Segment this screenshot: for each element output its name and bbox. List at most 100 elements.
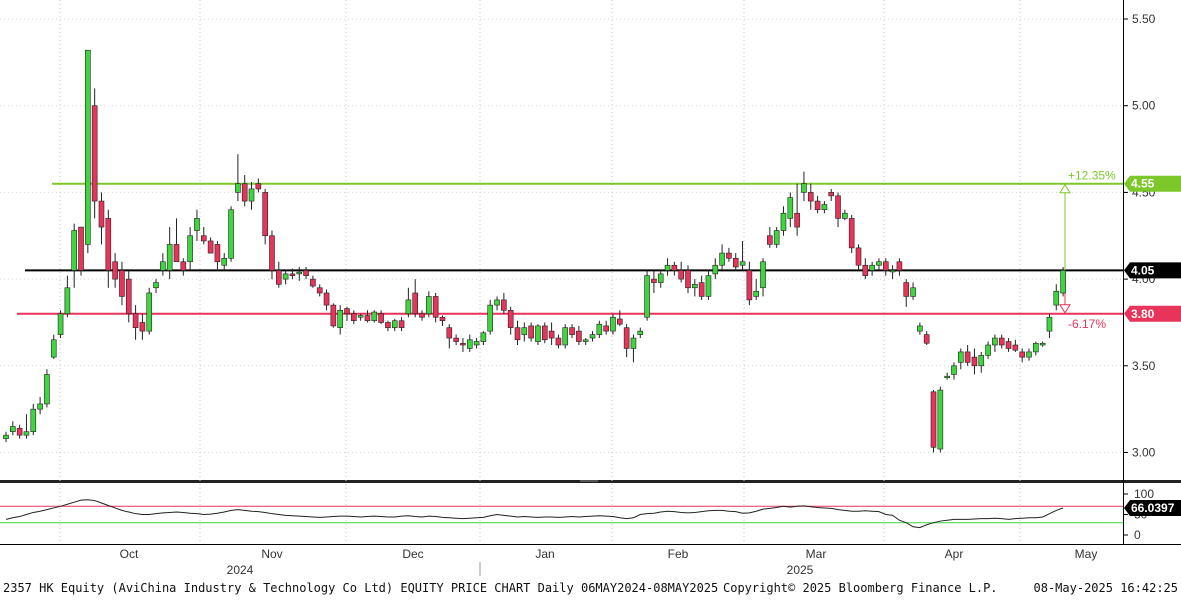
candle-body-down: [139, 322, 146, 332]
candle-body-down: [207, 240, 214, 254]
candle-body-down: [807, 192, 814, 202]
candle-body-down: [896, 261, 903, 271]
candle-body-up: [228, 209, 234, 259]
year-label: 2025: [787, 563, 814, 577]
candle-body-up: [821, 204, 828, 211]
candle-body-up: [1026, 351, 1032, 358]
candle-body-up: [235, 183, 241, 193]
candle-body-up: [610, 316, 616, 332]
candle: [330, 303, 337, 328]
candle-body-down: [289, 273, 296, 276]
candle-body-down: [685, 270, 691, 289]
price-tag-label: 3.80: [1131, 307, 1155, 321]
candle-body-down: [78, 226, 84, 271]
candle-body-up: [1060, 270, 1066, 294]
candle-body-up: [37, 403, 43, 410]
candle-body-down: [412, 292, 419, 315]
candle-body-down: [576, 330, 582, 342]
candle-body-down: [344, 308, 350, 315]
price-tick-label: 3.00: [1132, 446, 1156, 460]
candle-body-down: [930, 391, 937, 448]
candle-body-up: [630, 337, 637, 349]
candle-body-down: [726, 252, 732, 259]
candle-body-up: [773, 230, 780, 245]
candle-body-up: [760, 261, 766, 289]
candle-body-up: [1039, 342, 1046, 346]
candle-body-down: [1005, 341, 1012, 349]
candle-body-up: [3, 434, 9, 439]
candle-body-up: [692, 284, 698, 289]
candle: [644, 270, 650, 321]
candle-body-up: [1046, 316, 1053, 332]
candle-body-down: [528, 325, 534, 339]
candle-body-up: [705, 275, 712, 297]
candle-body-down: [882, 261, 889, 271]
price-tag-label: 4.55: [1131, 177, 1155, 191]
candle: [371, 310, 378, 323]
candle-body-down: [262, 192, 268, 237]
candle-body-up: [50, 339, 57, 358]
candle-body-down: [112, 261, 118, 280]
candle-body-up: [1053, 290, 1060, 306]
candle-body-up: [187, 235, 193, 263]
candle-body-down: [514, 327, 521, 341]
candle-body-down: [507, 310, 514, 328]
candle-body-up: [296, 271, 303, 275]
footer-copyright: Copyright© 2025 Bloomberg Finance L.P.: [723, 581, 998, 595]
candle-body-down: [555, 337, 562, 346]
candle-body-down: [439, 316, 446, 322]
candle: [57, 310, 64, 339]
candle-body-down: [1019, 351, 1025, 358]
price-panel: [0, 0, 1123, 481]
price-tag-upper: 4.55: [1124, 175, 1181, 192]
candle-body-down: [119, 270, 125, 297]
candle: [85, 49, 91, 254]
candle-body-up: [739, 261, 746, 266]
candle-body-up: [153, 282, 159, 289]
candle-body-up: [957, 351, 964, 363]
candle-body-up: [985, 344, 991, 356]
candle-body-down: [255, 183, 262, 190]
candle-body-up: [944, 375, 950, 379]
candle-body-down: [569, 327, 575, 335]
candle-body-up: [582, 339, 589, 342]
candle: [146, 287, 153, 335]
candle-body-up: [426, 296, 432, 315]
candle-body-up: [657, 273, 664, 283]
candle-body-down: [998, 337, 1005, 346]
candle-body-down: [794, 212, 800, 228]
candle-body-up: [71, 230, 77, 271]
footer-timestamp: 08-May-2025 16:42:25: [1034, 581, 1179, 595]
candle-body-down: [767, 235, 773, 245]
candle-body-down: [862, 264, 869, 276]
month-label: Oct: [120, 547, 139, 561]
price-tick-label: 5.50: [1132, 12, 1156, 26]
month-label: Apr: [945, 547, 964, 561]
candle-body-up: [1033, 342, 1039, 353]
candle-body-down: [903, 282, 910, 297]
month-label: May: [1075, 547, 1098, 561]
rsi-tick-label: 100: [1134, 487, 1154, 501]
price-chart: +12.35%-6.17% 3.003.504.004.505.005.5005…: [0, 0, 1181, 596]
candle-body-down: [98, 200, 105, 228]
candle-body-down: [180, 261, 187, 271]
candle-body-up: [166, 244, 173, 271]
candle-body-up: [10, 426, 16, 432]
candle-body-down: [746, 270, 753, 301]
candle-body-down: [964, 351, 971, 363]
month-label: Dec: [402, 547, 423, 561]
candle: [1060, 266, 1066, 297]
candle-body-down: [323, 292, 330, 306]
candle-body-up: [480, 332, 487, 342]
candle-body-down: [364, 315, 371, 322]
candle-body-down: [269, 235, 275, 271]
candle: [848, 214, 855, 254]
candle-body-down: [16, 427, 23, 436]
candle-body-down: [398, 320, 405, 328]
candle-body-up: [712, 264, 719, 275]
price-tag-label: 4.05: [1131, 263, 1155, 277]
candle-body-down: [828, 192, 835, 197]
rsi-tick-label: 0: [1134, 528, 1141, 542]
candle-body-up: [85, 49, 91, 245]
candle: [78, 226, 84, 276]
